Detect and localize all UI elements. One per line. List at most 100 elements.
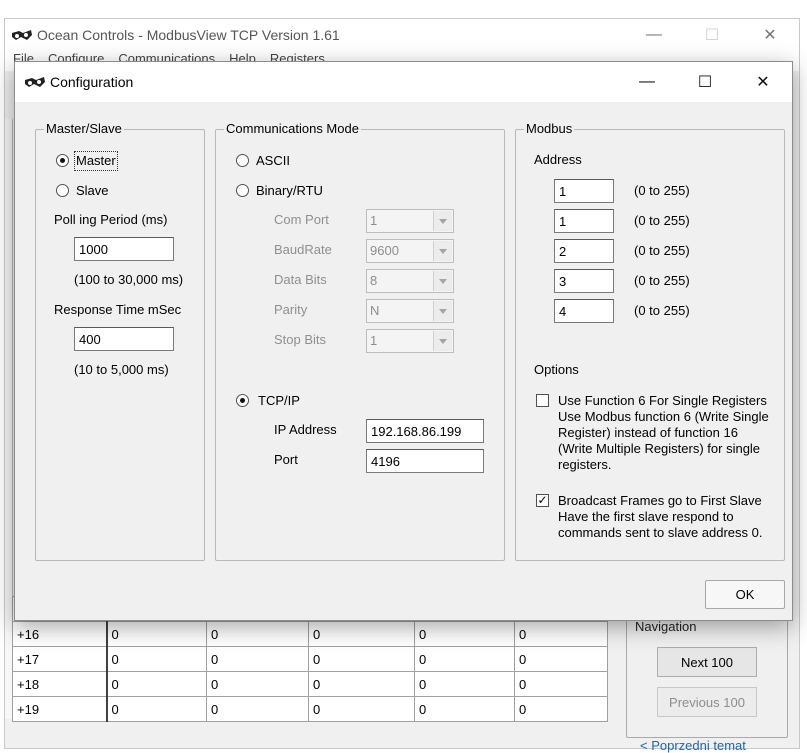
data-bits-value: 8 <box>370 273 378 288</box>
register-cell[interactable]: 0 <box>206 671 309 697</box>
modbus-group: Modbus Address (0 to 255) (0 to 255) (0 … <box>515 121 785 561</box>
response-range-label: (10 to 5,000 ms) <box>74 362 169 377</box>
row-header: +19 <box>12 696 108 722</box>
register-cell[interactable]: 0 <box>514 696 608 722</box>
register-cell[interactable]: 0 <box>308 696 415 722</box>
baud-rate-value: 9600 <box>370 243 399 258</box>
main-maximize-button[interactable]: ☐ <box>683 19 741 51</box>
register-cell[interactable]: 0 <box>206 621 309 647</box>
address-range-label: (0 to 255) <box>634 243 690 258</box>
address-label: Address <box>534 152 582 167</box>
parity-select[interactable]: N <box>366 299 454 323</box>
broadcast-description: Have the first slave respond to commands… <box>558 509 763 540</box>
chevron-down-icon <box>433 331 452 351</box>
slave-label: Slave <box>76 183 109 198</box>
address-range-label: (0 to 255) <box>634 303 690 318</box>
port-input[interactable] <box>366 449 484 473</box>
register-cell[interactable]: 0 <box>414 696 515 722</box>
address-input-4[interactable] <box>554 269 614 293</box>
dialog-titlebar: Configuration — ☐ ✕ <box>15 62 792 102</box>
register-cell[interactable]: 0 <box>106 621 207 647</box>
register-cell[interactable]: 0 <box>514 671 608 697</box>
dialog-close-button[interactable]: ✕ <box>734 62 792 102</box>
function6-label: Use Function 6 For Single Registers <box>558 393 767 408</box>
function6-checkbox[interactable] <box>536 394 549 407</box>
app-logo-icon <box>12 30 32 40</box>
table-row: +19 0 0 0 0 0 <box>12 696 608 722</box>
binary-rtu-label: Binary/RTU <box>256 183 323 198</box>
stop-bits-label: Stop Bits <box>274 332 327 347</box>
main-minimize-button[interactable]: — <box>625 19 683 51</box>
dialog-maximize-button[interactable]: ☐ <box>676 62 734 102</box>
navigation-label: Navigation <box>635 619 697 634</box>
stop-bits-select[interactable]: 1 <box>366 329 454 353</box>
previous-topic-link[interactable]: < Poprzedni temat <box>640 738 746 753</box>
response-time-label: Response Time mSec <box>54 302 182 317</box>
chevron-down-icon <box>433 211 452 231</box>
register-cell[interactable]: 0 <box>414 671 515 697</box>
polling-range-label: (100 to 30,000 ms) <box>74 272 184 287</box>
master-radio[interactable] <box>56 154 69 167</box>
address-input-5[interactable] <box>554 299 614 323</box>
baud-rate-label: BaudRate <box>274 242 332 257</box>
register-cell[interactable]: 0 <box>106 671 207 697</box>
ok-button[interactable]: OK <box>705 580 785 609</box>
communications-mode-group: Communications Mode ASCII Binary/RTU Com… <box>215 121 505 561</box>
chevron-down-icon <box>433 241 452 261</box>
polling-period-input[interactable] <box>74 237 174 261</box>
dialog-minimize-button[interactable]: — <box>618 62 676 102</box>
register-cell[interactable]: 0 <box>308 646 415 672</box>
com-port-select[interactable]: 1 <box>366 209 454 233</box>
address-input-3[interactable] <box>554 239 614 263</box>
register-cell[interactable]: 0 <box>106 696 207 722</box>
ascii-radio[interactable] <box>236 154 249 167</box>
register-cell[interactable]: 0 <box>414 646 515 672</box>
com-port-label: Com Port <box>274 212 329 227</box>
modbus-legend: Modbus <box>524 121 575 137</box>
data-bits-select[interactable]: 8 <box>366 269 454 293</box>
slave-radio[interactable] <box>56 184 69 197</box>
polling-period-label: Poll ing Period (ms) <box>54 212 168 227</box>
main-titlebar: Ocean Controls - ModbusView TCP Version … <box>5 19 799 51</box>
communications-mode-legend: Communications Mode <box>224 121 361 137</box>
master-slave-group: Master/Slave Master Slave Poll ing Perio… <box>35 121 205 561</box>
next-100-button[interactable]: Next 100 <box>657 647 757 677</box>
register-cell[interactable]: 0 <box>106 646 207 672</box>
com-port-value: 1 <box>370 213 378 228</box>
parity-value: N <box>370 303 380 318</box>
response-time-input[interactable] <box>74 327 174 351</box>
baud-rate-select[interactable]: 9600 <box>366 239 454 263</box>
tcp-ip-label: TCP/IP <box>258 393 300 408</box>
previous-100-button[interactable]: Previous 100 <box>657 687 757 717</box>
data-bits-label: Data Bits <box>274 272 327 287</box>
address-input-2[interactable] <box>554 209 614 233</box>
binary-rtu-radio[interactable] <box>236 184 249 197</box>
row-header: +17 <box>12 646 108 672</box>
register-cell[interactable]: 0 <box>206 696 309 722</box>
chevron-down-icon <box>433 301 452 321</box>
broadcast-checkbox[interactable]: ✓ <box>536 494 549 507</box>
address-range-label: (0 to 255) <box>634 213 690 228</box>
register-cell[interactable]: 0 <box>414 621 515 647</box>
address-input-1[interactable] <box>554 179 614 203</box>
row-header: +18 <box>12 671 108 697</box>
tcp-ip-radio[interactable] <box>236 394 249 407</box>
master-slave-legend: Master/Slave <box>44 121 124 137</box>
register-cell[interactable]: 0 <box>514 621 608 647</box>
master-label: Master <box>74 151 118 171</box>
register-cell[interactable]: 0 <box>308 621 415 647</box>
main-close-button[interactable]: ✕ <box>741 19 799 51</box>
stop-bits-value: 1 <box>370 333 378 348</box>
navigation-group: Navigation Next 100 Previous 100 <box>626 612 788 738</box>
chevron-down-icon <box>433 271 452 291</box>
table-row: +16 0 0 0 0 0 <box>12 621 608 647</box>
ip-address-label: IP Address <box>274 422 337 437</box>
table-row: +17 0 0 0 0 0 <box>12 646 608 672</box>
register-cell[interactable]: 0 <box>206 646 309 672</box>
broadcast-label: Broadcast Frames go to First Slave <box>558 493 762 508</box>
register-cell[interactable]: 0 <box>514 646 608 672</box>
address-range-label: (0 to 255) <box>634 273 690 288</box>
options-label: Options <box>534 362 579 377</box>
register-cell[interactable]: 0 <box>308 671 415 697</box>
ip-address-input[interactable] <box>366 419 484 443</box>
